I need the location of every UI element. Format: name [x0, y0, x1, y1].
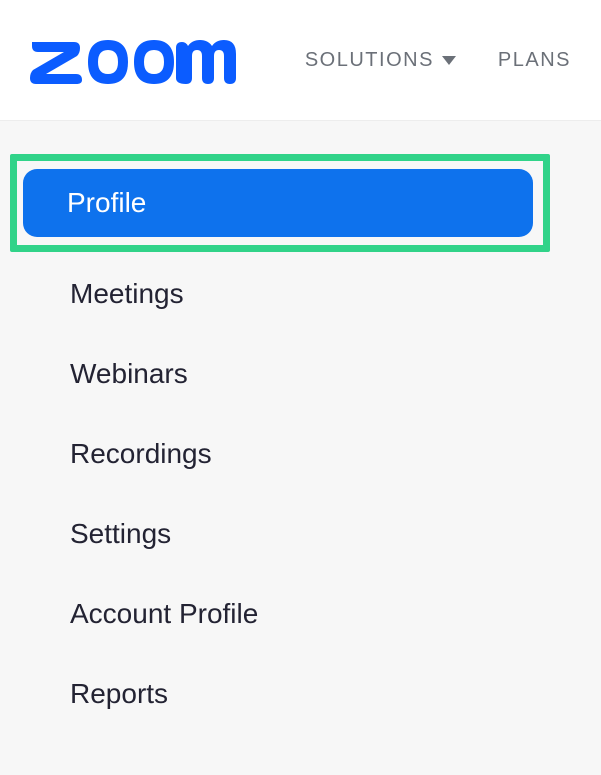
sidebar-item-label: Reports — [70, 678, 168, 709]
nav-plans-label: PLANS — [498, 49, 571, 72]
chevron-down-icon — [442, 56, 456, 65]
nav-solutions-label: SOLUTIONS — [305, 49, 434, 72]
sidebar-item-label: Webinars — [70, 358, 188, 389]
sidebar-item-meetings[interactable]: Meetings — [0, 254, 550, 334]
top-nav: SOLUTIONS PLANS — [305, 49, 571, 72]
sidebar: Profile Meetings Webinars Recordings Set… — [0, 154, 550, 734]
page-body: Profile Meetings Webinars Recordings Set… — [0, 121, 601, 775]
sidebar-item-label: Settings — [70, 518, 171, 549]
top-header: SOLUTIONS PLANS — [0, 0, 601, 121]
nav-solutions[interactable]: SOLUTIONS — [305, 49, 456, 72]
sidebar-item-label: Recordings — [70, 438, 212, 469]
sidebar-list: Meetings Webinars Recordings Settings Ac… — [0, 252, 550, 734]
sidebar-item-settings[interactable]: Settings — [0, 494, 550, 574]
sidebar-item-label: Account Profile — [70, 598, 258, 629]
sidebar-item-account-profile[interactable]: Account Profile — [0, 574, 550, 654]
sidebar-item-reports[interactable]: Reports — [0, 654, 550, 734]
zoom-logo[interactable] — [30, 36, 236, 84]
sidebar-item-profile[interactable]: Profile — [23, 169, 533, 237]
nav-plans[interactable]: PLANS — [498, 49, 571, 72]
highlight-box: Profile — [10, 154, 550, 252]
sidebar-item-webinars[interactable]: Webinars — [0, 334, 550, 414]
sidebar-item-label: Meetings — [70, 278, 184, 309]
sidebar-item-recordings[interactable]: Recordings — [0, 414, 550, 494]
sidebar-item-label: Profile — [67, 187, 146, 218]
